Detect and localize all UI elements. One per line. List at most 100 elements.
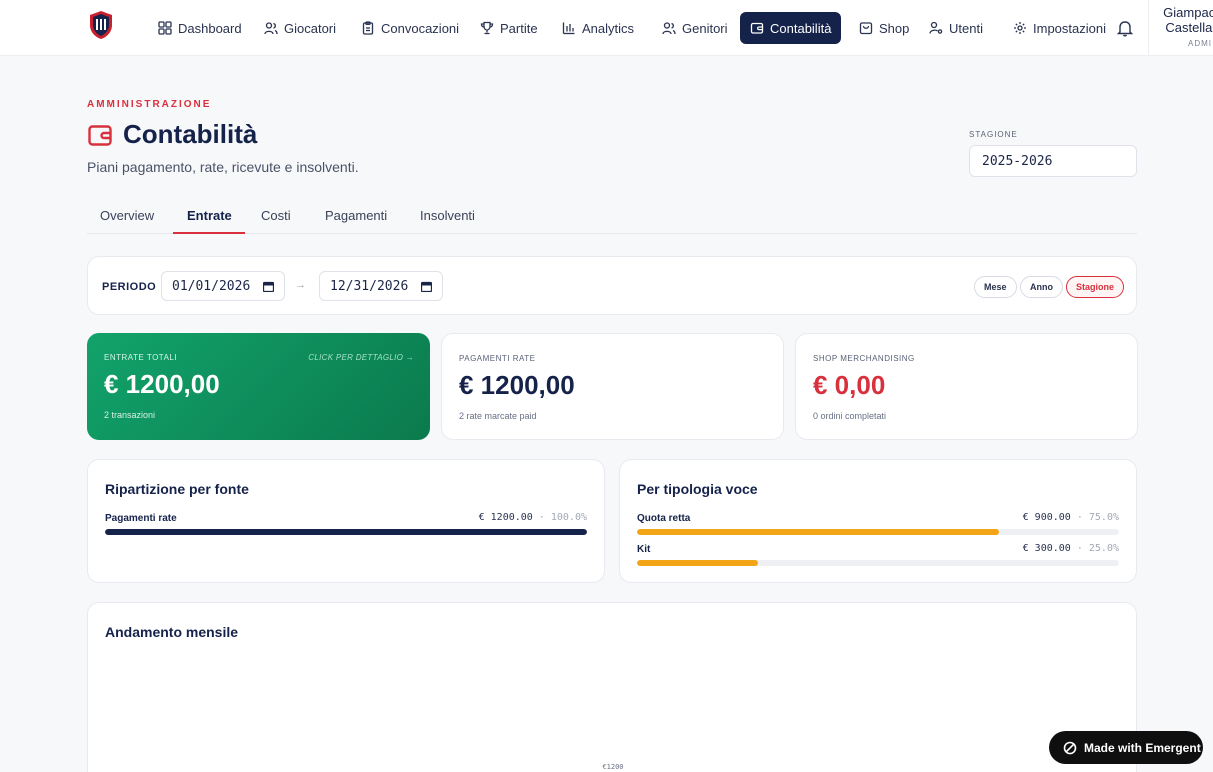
calendar-icon[interactable] [263,281,274,292]
row-separator: · [1076,543,1089,554]
stat-subtext: 2 transazioni [104,410,156,420]
calendar-icon[interactable] [421,281,432,292]
stat-card-entrate-totali[interactable]: ENTRATE TOTALI CLICK PER DETTAGLIO → € 1… [87,333,430,440]
nav-label: Analytics [582,20,635,36]
preset-stagione-button[interactable]: Stagione [1066,276,1125,298]
bar-chart-icon [562,22,575,35]
nav-label: Utenti [949,20,983,36]
emergent-logo-icon [1063,741,1077,754]
clipboard-icon [362,21,374,35]
badge-label: Made with Emergent [1084,740,1201,755]
stat-card-shop-merchandising: SHOP MERCHANDISING € 0,00 0 ordini compl… [795,333,1138,440]
nav-item-convocazioni[interactable]: Convocazioni [355,12,465,44]
row-amount: € 300.00 · 25.0% [1023,543,1119,554]
tabs-bar: Overview Entrate Costi Pagamenti Insolve… [87,200,1137,234]
page-eyebrow: AMMINISTRAZIONE [87,99,212,110]
tab-entrate[interactable]: Entrate [187,208,232,223]
row-percent: 100.0% [550,512,587,523]
users-icon [264,22,278,35]
progress-track [637,560,1119,566]
nav-label: Dashboard [178,20,242,36]
nav-item-dashboard[interactable]: Dashboard [152,12,248,44]
stat-value: € 1200,00 [459,370,575,400]
chart-tick-label: €1200 [602,763,623,771]
stat-label: SHOP MERCHANDISING [813,354,915,363]
progress-fill [637,529,999,535]
family-icon [662,22,676,35]
panel-andamento-mensile: Andamento mensile €1200 [87,602,1137,772]
stat-subtext: 2 rate marcate paid [459,411,537,421]
period-filter: PERIODO 01/01/2026 → 12/31/2026 Mese Ann… [87,256,1137,315]
stat-value: € 1200,00 [104,369,220,399]
nav-item-partite[interactable]: Partite [474,12,544,44]
bag-icon [859,22,873,35]
nav-item-impostazioni[interactable]: Impostazioni [1007,12,1112,44]
date-from-input[interactable]: 01/01/2026 [161,271,285,301]
user-key-icon [929,21,943,34]
season-select[interactable]: 2025-2026 [969,145,1137,177]
tab-pagamenti[interactable]: Pagamenti [325,208,387,223]
nav-item-utenti[interactable]: Utenti [923,12,989,44]
date-to-value: 12/31/2026 [330,278,409,294]
nav-label: Partite [500,20,538,36]
page-title: Contabilità [87,119,257,150]
nav-item-genitori[interactable]: Genitori [656,12,734,44]
stat-value: € 0,00 [813,370,886,400]
nav-item-shop[interactable]: Shop [853,12,915,44]
stat-hint: CLICK PER DETTAGLIO → [308,353,414,362]
row-label: Pagamenti rate [105,513,177,524]
panel-ripartizione-fonte: Ripartizione per fonte Pagamenti rate € … [87,459,605,583]
made-with-emergent-badge[interactable]: Made with Emergent [1049,731,1203,764]
date-from-value: 01/01/2026 [172,278,251,294]
row-label: Kit [637,544,651,555]
nav-item-contabilita[interactable]: Contabilità [740,12,842,44]
active-tab-indicator [173,232,245,234]
tab-costi[interactable]: Costi [261,208,291,223]
user-role: ADMI [1188,39,1212,48]
panel-title: Ripartizione per fonte [105,481,249,497]
bell-icon[interactable] [1117,19,1133,37]
user-menu[interactable]: Giampaol Castellar [1156,5,1213,35]
tab-insolventi[interactable]: Insolventi [420,208,475,223]
progress-track [637,529,1119,535]
nav-item-giocatori[interactable]: Giocatori [258,12,342,44]
progress-track [105,529,587,535]
trophy-icon [480,21,494,35]
row-amount-value: € 900.00 [1022,512,1071,523]
nav-item-analytics[interactable]: Analytics [556,12,640,44]
wallet-icon [750,22,764,34]
grid-icon [158,21,172,35]
panel-tipologia-voce: Per tipologia voce Quota retta € 900.00 … [619,459,1137,583]
row-label: Quota retta [637,513,691,524]
preset-mese-button[interactable]: Mese [974,276,1017,298]
user-first-name: Giampaol [1163,5,1213,20]
row-percent: 25.0% [1088,543,1119,554]
nav-label: Shop [879,20,910,36]
club-shield-logo[interactable] [88,10,114,40]
tab-overview[interactable]: Overview [100,208,154,223]
nav-label: Convocazioni [381,20,460,36]
wallet-icon [88,124,112,146]
stat-subtext: 0 ordini completati [813,411,887,421]
nav-label: Impostazioni [1033,20,1106,36]
user-divider [1148,0,1149,56]
period-label: PERIODO [102,281,157,293]
page-subtitle: Piani pagamento, rate, ricevute e insolv… [87,159,359,175]
row-amount-value: € 1200.00 [478,512,533,523]
stat-label: PAGAMENTI RATE [459,354,536,363]
season-label: STAGIONE [969,130,1018,139]
nav-label: Genitori [682,20,728,36]
stat-label: ENTRATE TOTALI [104,353,178,362]
user-last-name: Castellar [1165,20,1213,35]
row-amount: € 900.00 · 75.0% [1023,512,1119,523]
monthly-chart: €1200 [602,763,623,771]
gear-icon [1014,22,1026,34]
row-separator: · [1076,512,1089,523]
date-range-arrow: → [295,279,306,291]
preset-anno-button[interactable]: Anno [1020,276,1063,298]
date-to-input[interactable]: 12/31/2026 [319,271,443,301]
panel-title: Per tipologia voce [637,481,758,497]
progress-fill [105,529,587,535]
row-amount-value: € 300.00 [1022,543,1071,554]
page-title-text: Contabilità [123,119,258,149]
